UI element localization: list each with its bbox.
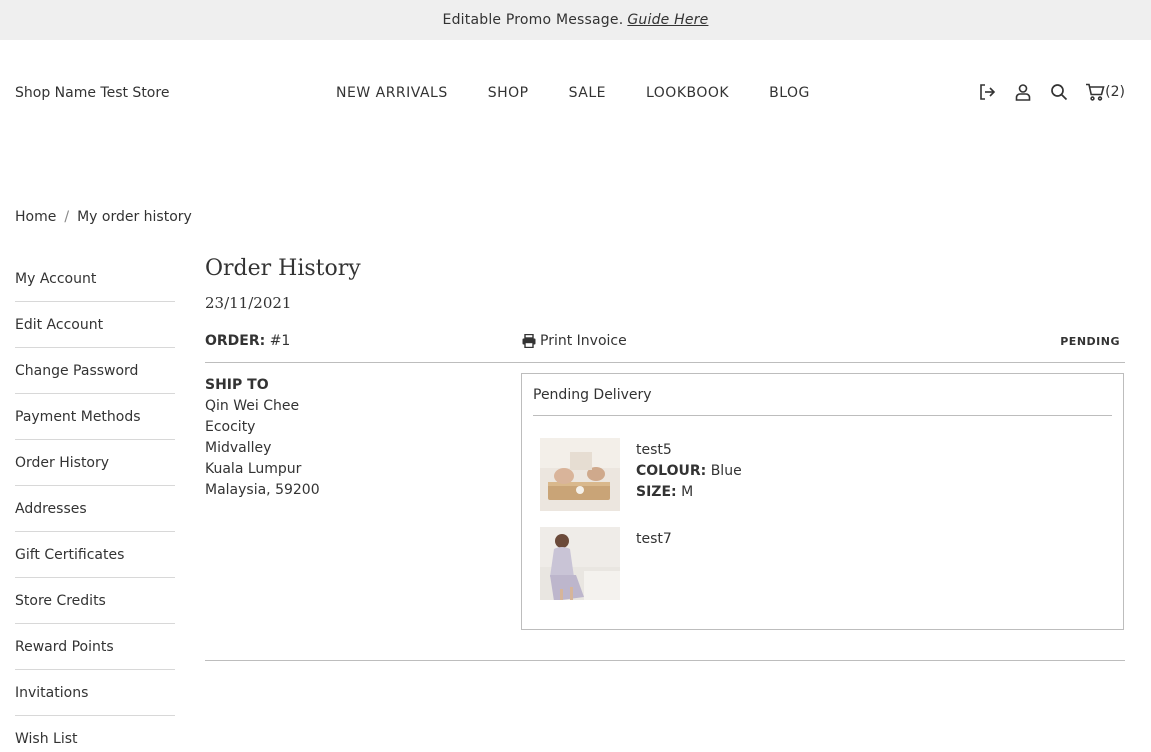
order-date: 23/11/2021 bbox=[205, 294, 292, 312]
sidebar-item-my-account[interactable]: My Account bbox=[15, 256, 175, 302]
delivery-divider bbox=[533, 415, 1112, 416]
order-line-item: test7 bbox=[540, 527, 672, 600]
header-icons: (2) bbox=[961, 82, 1125, 102]
breadcrumb-separator: / bbox=[64, 209, 70, 225]
sidebar-item-invitations[interactable]: Invitations bbox=[15, 670, 175, 716]
printer-icon bbox=[522, 334, 536, 348]
shop-name-logo[interactable]: Shop Name Test Store bbox=[15, 85, 169, 101]
ship-to-line: Midvalley bbox=[205, 440, 272, 456]
print-invoice-button[interactable]: Print Invoice bbox=[522, 333, 627, 349]
sidebar-item-payment-methods[interactable]: Payment Methods bbox=[15, 394, 175, 440]
cart-icon bbox=[1086, 83, 1105, 101]
product-name[interactable]: test7 bbox=[636, 529, 672, 550]
product-image[interactable] bbox=[540, 438, 620, 511]
order-status-badge: PENDING bbox=[1060, 335, 1120, 348]
product-colour-label: COLOUR: bbox=[636, 463, 707, 479]
account-sidebar: My Account Edit Account Change Password … bbox=[15, 256, 175, 752]
order-number: ORDER: #1 bbox=[205, 333, 290, 349]
sidebar-item-addresses[interactable]: Addresses bbox=[15, 486, 175, 532]
nav-sale[interactable]: SALE bbox=[569, 85, 606, 101]
ship-to-line: Ecocity bbox=[205, 419, 256, 435]
promo-bar: Editable Promo Message. Guide Here bbox=[0, 0, 1151, 40]
cart-button[interactable]: (2) bbox=[1085, 83, 1125, 101]
nav-blog[interactable]: BLOG bbox=[769, 85, 810, 101]
pending-delivery-box: Pending Delivery test5 COLOUR: Blue SIZE… bbox=[521, 373, 1124, 630]
breadcrumb: Home / My order history bbox=[15, 209, 192, 225]
nav-lookbook[interactable]: LOOKBOOK bbox=[646, 85, 729, 101]
ship-to-address: SHIP TO Qin Wei Chee Ecocity Midvalley K… bbox=[205, 375, 320, 501]
sidebar-item-change-password[interactable]: Change Password bbox=[15, 348, 175, 394]
account-icon[interactable] bbox=[1013, 82, 1033, 102]
sidebar-item-wish-list[interactable]: Wish List bbox=[15, 716, 175, 752]
page-title: Order History bbox=[205, 256, 361, 281]
logout-icon[interactable] bbox=[977, 82, 997, 102]
product-info: test7 bbox=[636, 527, 672, 600]
order-header-row: ORDER: #1 Print Invoice PENDING bbox=[205, 333, 1125, 363]
breadcrumb-home[interactable]: Home bbox=[15, 209, 56, 225]
content-divider bbox=[205, 660, 1125, 661]
main-nav: NEW ARRIVALS SHOP SALE LOOKBOOK BLOG bbox=[336, 85, 850, 101]
promo-message: Editable Promo Message. bbox=[442, 12, 624, 28]
sidebar-item-store-credits[interactable]: Store Credits bbox=[15, 578, 175, 624]
sidebar-item-reward-points[interactable]: Reward Points bbox=[15, 624, 175, 670]
sidebar-item-order-history[interactable]: Order History bbox=[15, 440, 175, 486]
product-size: M bbox=[681, 484, 694, 500]
promo-guide-link[interactable]: Guide Here bbox=[627, 12, 708, 28]
product-colour: Blue bbox=[710, 463, 742, 479]
order-number-value: #1 bbox=[269, 333, 291, 349]
ship-to-heading: SHIP TO bbox=[205, 377, 269, 393]
ship-to-line: Kuala Lumpur bbox=[205, 461, 302, 477]
sidebar-item-edit-account[interactable]: Edit Account bbox=[15, 302, 175, 348]
product-image[interactable] bbox=[540, 527, 620, 600]
product-size-label: SIZE: bbox=[636, 484, 677, 500]
product-name[interactable]: test5 bbox=[636, 440, 742, 461]
ship-to-line: Malaysia, 59200 bbox=[205, 482, 320, 498]
nav-shop[interactable]: SHOP bbox=[488, 85, 529, 101]
order-number-label: ORDER: bbox=[205, 333, 266, 349]
breadcrumb-current: My order history bbox=[77, 209, 192, 225]
print-invoice-label: Print Invoice bbox=[540, 333, 627, 349]
delivery-heading: Pending Delivery bbox=[533, 387, 652, 403]
product-info: test5 COLOUR: Blue SIZE: M bbox=[636, 438, 742, 511]
sidebar-item-gift-certificates[interactable]: Gift Certificates bbox=[15, 532, 175, 578]
ship-to-line: Qin Wei Chee bbox=[205, 398, 300, 414]
search-icon[interactable] bbox=[1049, 82, 1069, 102]
nav-new-arrivals[interactable]: NEW ARRIVALS bbox=[336, 85, 448, 101]
order-line-item: test5 COLOUR: Blue SIZE: M bbox=[540, 438, 742, 511]
cart-count: (2) bbox=[1105, 84, 1125, 100]
